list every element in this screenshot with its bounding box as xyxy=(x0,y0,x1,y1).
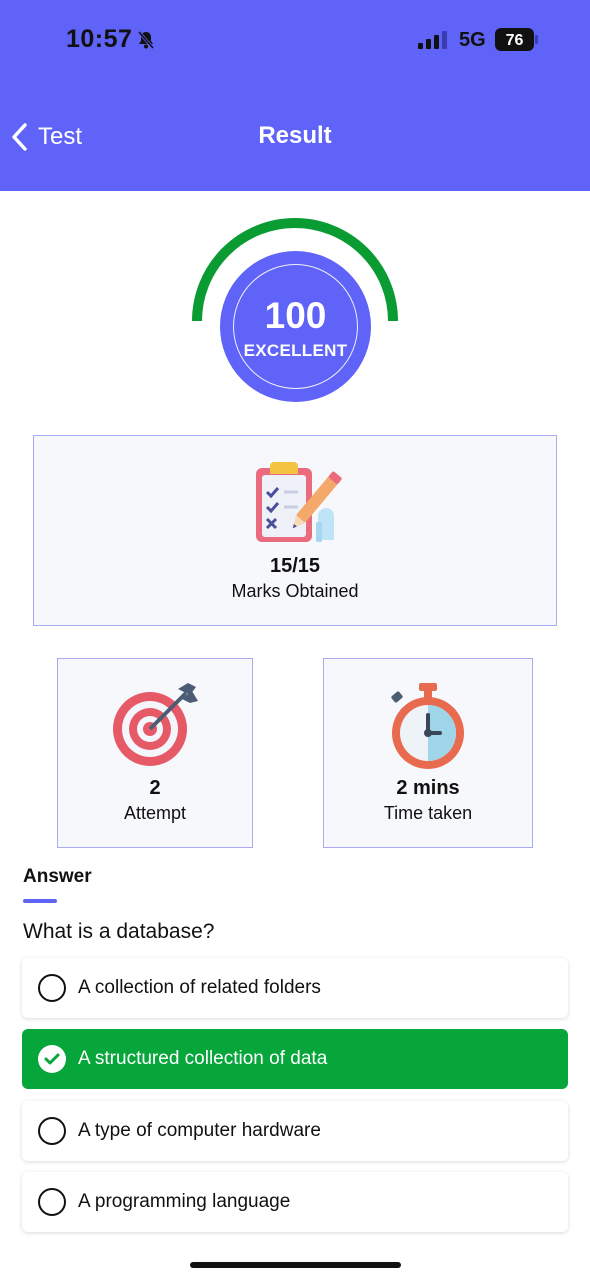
option-3[interactable]: A type of computer hardware xyxy=(22,1101,568,1161)
radio-icon xyxy=(38,974,66,1002)
signal-icon xyxy=(418,31,447,49)
marks-card: 15/15 Marks Obtained xyxy=(33,435,557,626)
time-taken-label: Time taken xyxy=(383,803,473,823)
option-1[interactable]: A collection of related folders xyxy=(22,958,568,1018)
question-text: What is a database? xyxy=(23,920,215,943)
status-time: 10:57 xyxy=(66,25,133,53)
marks-label: Marks Obtained xyxy=(231,581,359,601)
answer-heading: Answer xyxy=(23,866,92,887)
radio-icon xyxy=(38,1188,66,1216)
score-value: 100 xyxy=(264,295,327,336)
clipboard-checklist-icon xyxy=(256,462,342,542)
target-icon xyxy=(113,683,198,766)
check-circle-icon xyxy=(38,1045,66,1073)
app-header: 10:57 5G 76 Test Result xyxy=(0,0,590,191)
score-badge: 100 EXCELLENT xyxy=(220,251,371,402)
stopwatch-icon xyxy=(391,683,464,769)
answer-tab-indicator xyxy=(23,899,57,903)
option-text: A programming language xyxy=(78,1191,291,1212)
attempt-value: 2 xyxy=(149,777,161,799)
option-text: A collection of related folders xyxy=(78,977,321,998)
option-4[interactable]: A programming language xyxy=(22,1172,568,1232)
attempt-label: Attempt xyxy=(123,803,187,823)
option-text: A type of computer hardware xyxy=(78,1120,321,1141)
bell-slash-icon xyxy=(137,31,155,49)
option-text: A structured collection of data xyxy=(78,1048,328,1069)
home-indicator xyxy=(190,1262,401,1268)
marks-value: 15/15 xyxy=(269,555,321,577)
network-type: 5G xyxy=(459,29,486,51)
score-label: EXCELLENT xyxy=(243,341,348,360)
battery-icon: 76 xyxy=(495,28,538,51)
attempt-card: 2 Attempt xyxy=(57,658,253,848)
page-title: Result xyxy=(258,122,332,149)
time-taken-value: 2 mins xyxy=(396,777,460,799)
radio-icon xyxy=(38,1117,66,1145)
option-2-correct[interactable]: A structured collection of data xyxy=(22,1029,568,1089)
battery-level: 76 xyxy=(506,32,524,49)
time-taken-card: 2 mins Time taken xyxy=(323,658,533,848)
